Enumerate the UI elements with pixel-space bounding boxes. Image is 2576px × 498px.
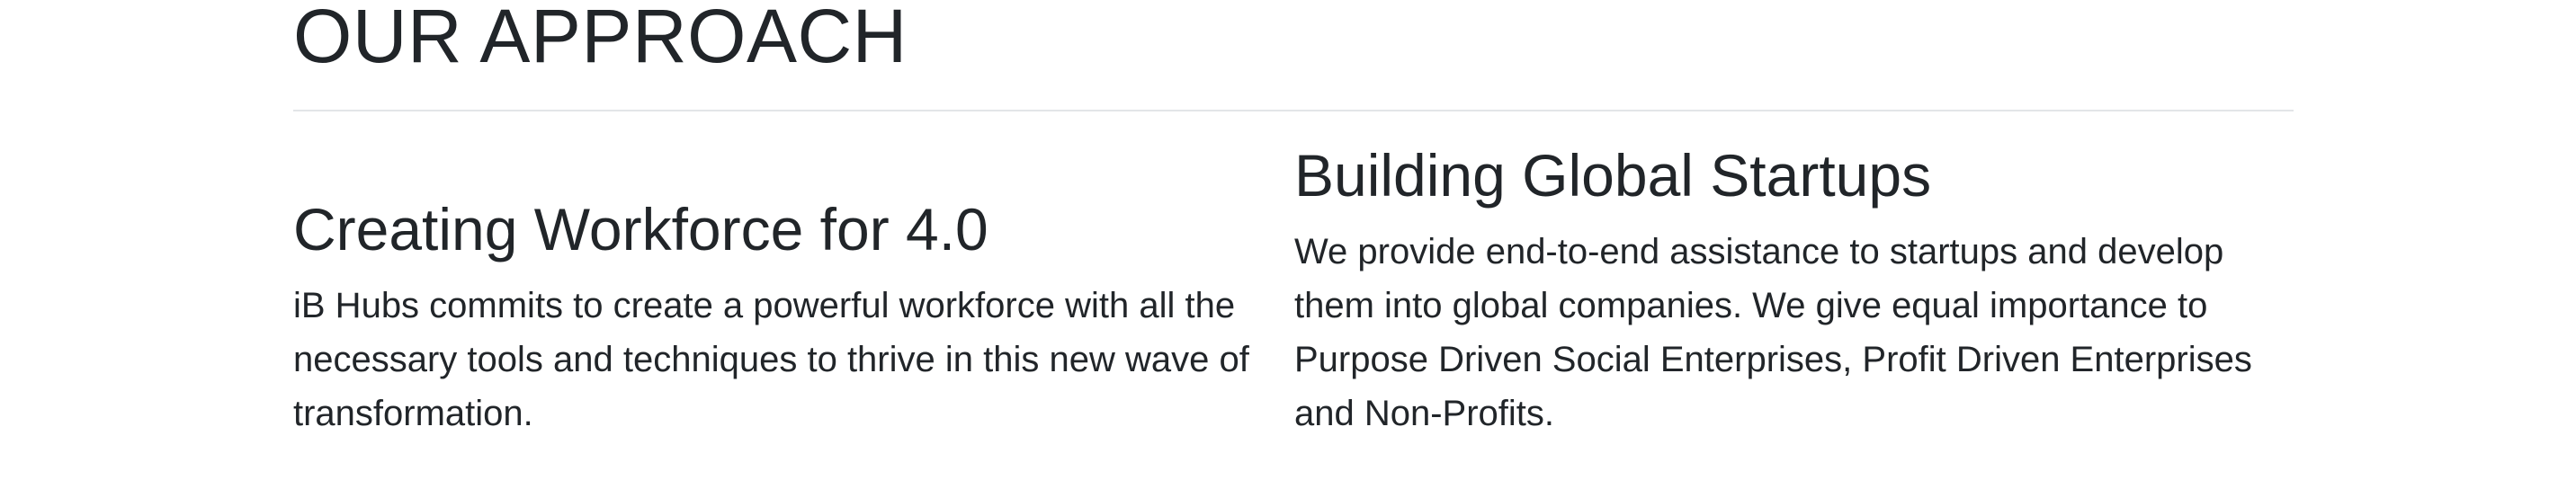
card-body: iB Hubs commits to create a powerful wor…	[293, 286, 1249, 433]
section-divider	[293, 110, 2294, 111]
approach-card-workforce: Creating Workforce for 4.0 iB Hubs commi…	[293, 194, 1265, 440]
section-title: OUR APPROACH	[293, 0, 908, 78]
card-body: We provide end-to-end assistance to star…	[1294, 232, 2252, 433]
approach-card-startups: Building Global Startups We provide end-…	[1294, 140, 2266, 440]
card-heading: Building Global Startups	[1294, 142, 1932, 209]
card-heading: Creating Workforce for 4.0	[293, 196, 988, 262]
